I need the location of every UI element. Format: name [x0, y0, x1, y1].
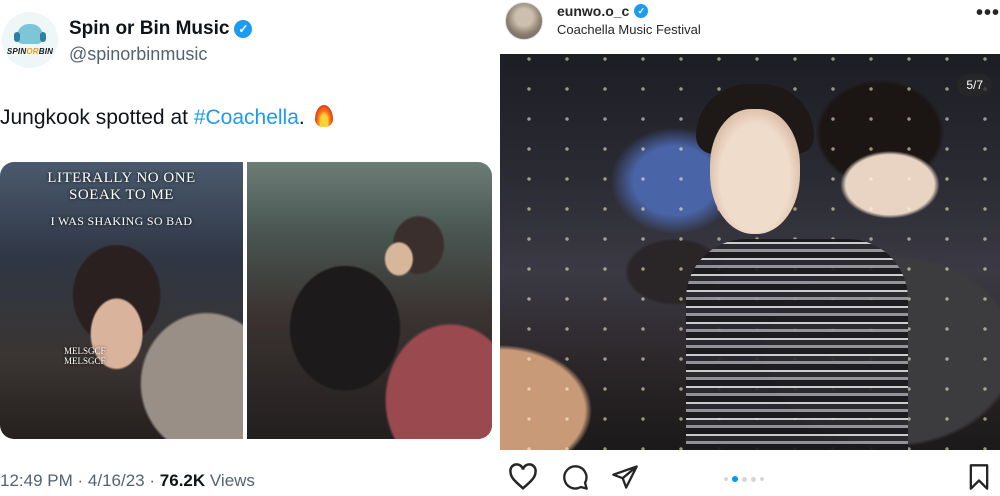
instagram-avatar[interactable]	[505, 2, 543, 40]
tweet-author-handle[interactable]: @spinorbinmusic	[69, 44, 207, 65]
carousel-dot	[742, 476, 747, 482]
tweet-author-name[interactable]: Spin or Bin Music ✓	[69, 18, 253, 40]
instagram-photo[interactable]	[500, 54, 1000, 450]
instagram-username[interactable]: eunwo.o_c ✓	[557, 3, 649, 19]
photo-subject-sweater	[686, 239, 908, 450]
headphones-logo-icon	[14, 24, 46, 44]
verified-badge-icon: ✓	[234, 20, 253, 38]
photo-subject-face	[710, 109, 800, 234]
carousel-counter: 5/7	[957, 74, 992, 96]
bookmark-icon[interactable]	[966, 463, 992, 491]
photo-caption: LITERALLY NO ONE SOEAK TO ME	[47, 170, 196, 203]
avatar-logo-text: SPINORBIN	[6, 47, 54, 56]
tweet-time[interactable]: 12:49 PM	[0, 471, 73, 490]
carousel-dot-active	[732, 476, 738, 482]
author-name-text[interactable]: Spin or Bin Music	[69, 18, 229, 40]
verified-badge-icon: ✓	[634, 4, 649, 18]
tweet-card: SPINORBIN Spin or Bin Music ✓ @spinorbin…	[0, 0, 500, 496]
carousel-dot	[724, 477, 728, 481]
photo-caption-secondary: I WAS SHAKING SO BAD	[50, 214, 193, 228]
carousel-dot	[760, 477, 764, 481]
views-count: 76.2K	[159, 471, 206, 490]
photo-watermark: MELSGCF MELSGCF	[64, 346, 106, 366]
meta-separator: ·	[77, 471, 84, 490]
heart-icon[interactable]	[508, 463, 538, 491]
tweet-media[interactable]: LITERALLY NO ONE SOEAK TO ME I WAS SHAKI…	[0, 162, 492, 439]
tweet-photo-2[interactable]	[247, 162, 492, 439]
fire-emoji-icon	[314, 105, 333, 127]
username-text[interactable]: eunwo.o_c	[557, 3, 629, 19]
tweet-metadata: 12:49 PM · 4/16/23 · 76.2K Views	[0, 471, 255, 491]
more-icon[interactable]: •••	[976, 2, 1000, 25]
share-icon[interactable]	[611, 463, 639, 491]
tweet-text-end: .	[298, 106, 305, 129]
tweet-avatar[interactable]: SPINORBIN	[2, 12, 58, 68]
instagram-location[interactable]: Coachella Music Festival	[557, 22, 701, 37]
instagram-post: eunwo.o_c ✓ Coachella Music Festival •••…	[500, 0, 1000, 496]
tweet-photo-1[interactable]: LITERALLY NO ONE SOEAK TO ME I WAS SHAKI…	[0, 162, 243, 439]
tweet-text-body: Jungkook spotted at	[0, 106, 194, 129]
views-label: Views	[209, 471, 255, 490]
hashtag-link[interactable]: #Coachella	[194, 106, 299, 129]
carousel-dot	[751, 476, 756, 482]
meta-separator: ·	[149, 471, 156, 490]
tweet-text: Jungkook spotted at #Coachella.	[0, 105, 333, 130]
tweet-date[interactable]: 4/16/23	[88, 471, 145, 490]
comment-icon[interactable]	[560, 463, 590, 491]
carousel-dots	[724, 476, 764, 482]
